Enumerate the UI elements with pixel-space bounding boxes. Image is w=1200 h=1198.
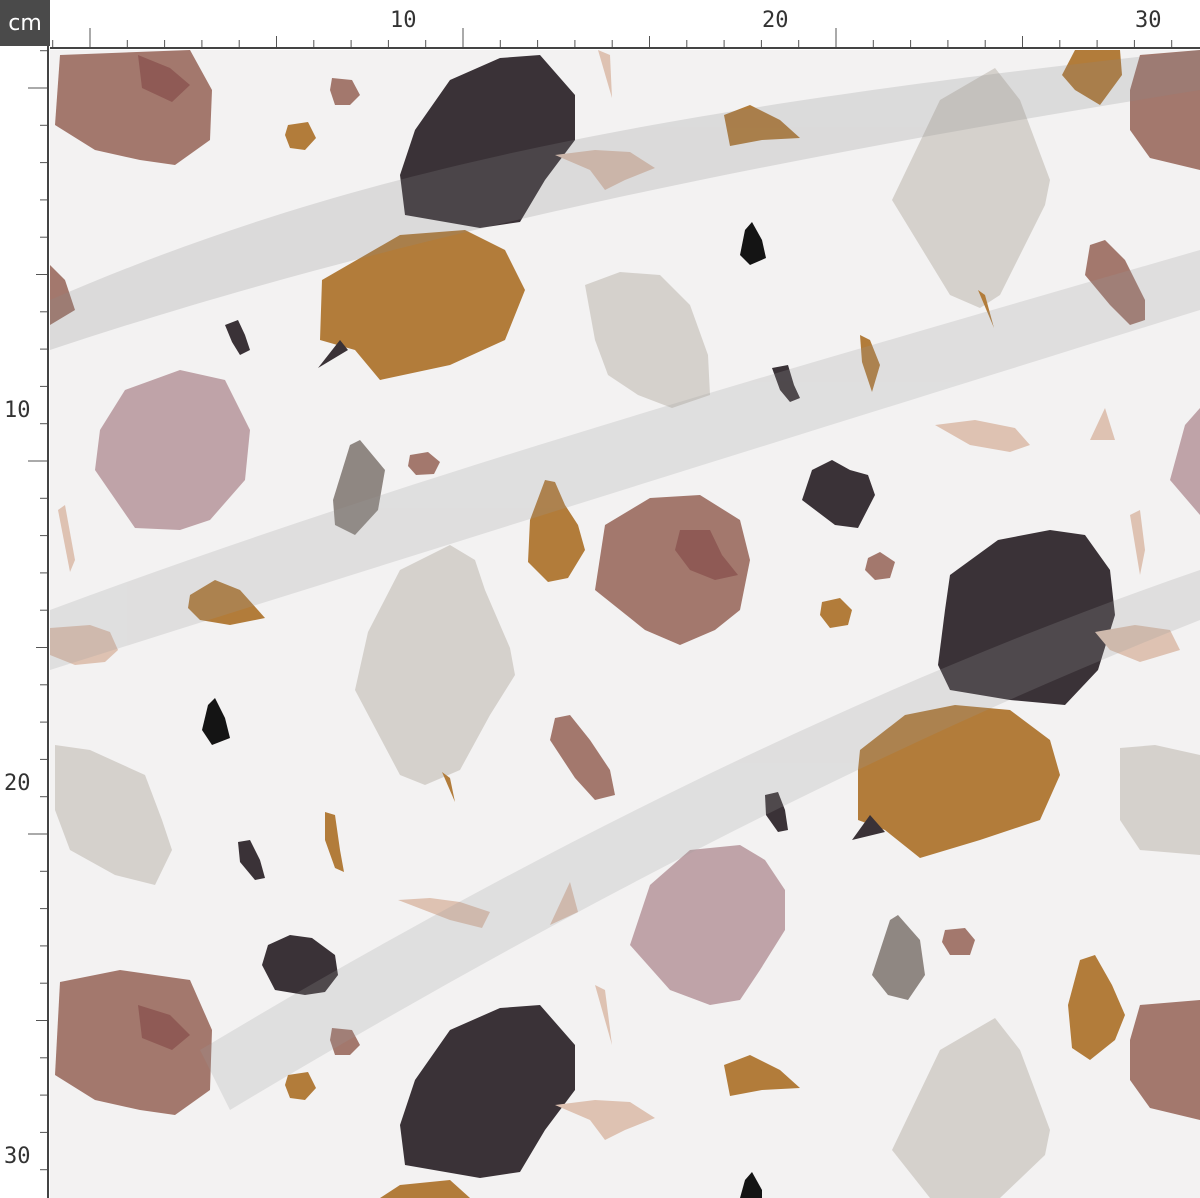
ruler-label-10: 10 [390,8,417,33]
ruler-label-20: 20 [762,8,789,33]
terrazzo-fabric-swatch [50,50,1200,1198]
ruler-ticks-top [52,28,1173,48]
unit-label: cm [0,0,50,46]
vertical-ruler: 10 20 30 [0,46,50,1198]
ruler-label-20-left: 20 [4,771,31,796]
ruler-label-30: 30 [1135,8,1162,33]
ruler-label-10-left: 10 [4,398,31,423]
horizontal-ruler: 10 20 30 [50,0,1200,50]
ruler-label-30-left: 30 [4,1144,31,1169]
ruler-ticks-left [28,50,48,1171]
